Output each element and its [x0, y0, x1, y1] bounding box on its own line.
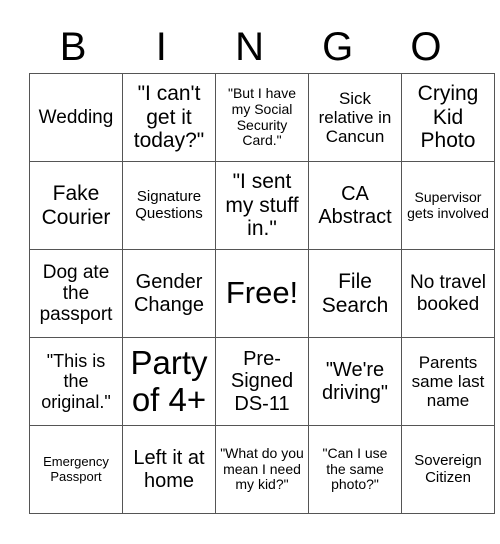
bingo-cell[interactable]: Fake Courier — [29, 161, 123, 250]
bingo-row: Wedding "I can't get it today?" "But I h… — [29, 73, 495, 162]
bingo-cell[interactable]: Wedding — [29, 73, 123, 162]
bingo-cell[interactable]: CA Abstract — [308, 161, 402, 250]
bingo-cell[interactable]: Emergency Passport — [29, 425, 123, 514]
bingo-cell[interactable]: Left it at home — [122, 425, 216, 514]
header-letter-i: I — [155, 25, 167, 69]
bingo-cell[interactable]: Crying Kid Photo — [401, 73, 495, 162]
bingo-cell[interactable]: Gender Change — [122, 249, 216, 338]
bingo-header: B I N G O — [29, 22, 470, 72]
bingo-card: Wedding "I can't get it today?" "But I h… — [29, 73, 495, 514]
bingo-cell[interactable]: "This is the original." — [29, 337, 123, 426]
bingo-cell[interactable]: Signature Questions — [122, 161, 216, 250]
header-letter-g: G — [322, 25, 354, 69]
free-space[interactable]: Free! — [215, 249, 309, 338]
bingo-row: Fake Courier Signature Questions "I sent… — [29, 161, 495, 250]
header-letter-o: O — [410, 25, 442, 69]
bingo-cell[interactable]: "I can't get it today?" — [122, 73, 216, 162]
bingo-cell[interactable]: Supervisor gets involved — [401, 161, 495, 250]
header-letter-b: B — [59, 25, 87, 69]
bingo-cell[interactable]: Dog ate the passport — [29, 249, 123, 338]
bingo-cell[interactable]: Sovereign Citizen — [401, 425, 495, 514]
bingo-cell[interactable]: "But I have my Social Security Card." — [215, 73, 309, 162]
bingo-row: Emergency Passport Left it at home "What… — [29, 425, 495, 514]
bingo-cell[interactable]: Pre-Signed DS-11 — [215, 337, 309, 426]
bingo-cell[interactable]: "What do you mean I need my kid?" — [215, 425, 309, 514]
header-letter-n: N — [235, 25, 264, 69]
bingo-cell[interactable]: Parents same last name — [401, 337, 495, 426]
bingo-row: Dog ate the passport Gender Change Free!… — [29, 249, 495, 338]
bingo-cell[interactable]: "I sent my stuff in." — [215, 161, 309, 250]
bingo-cell[interactable]: No travel booked — [401, 249, 495, 338]
bingo-cell[interactable]: File Search — [308, 249, 402, 338]
bingo-cell[interactable]: "Can I use the same photo?" — [308, 425, 402, 514]
bingo-cell[interactable]: Sick relative in Cancun — [308, 73, 402, 162]
bingo-cell[interactable]: "We're driving" — [308, 337, 402, 426]
bingo-row: "This is the original." Party of 4+ Pre-… — [29, 337, 495, 426]
bingo-cell[interactable]: Party of 4+ — [122, 337, 216, 426]
